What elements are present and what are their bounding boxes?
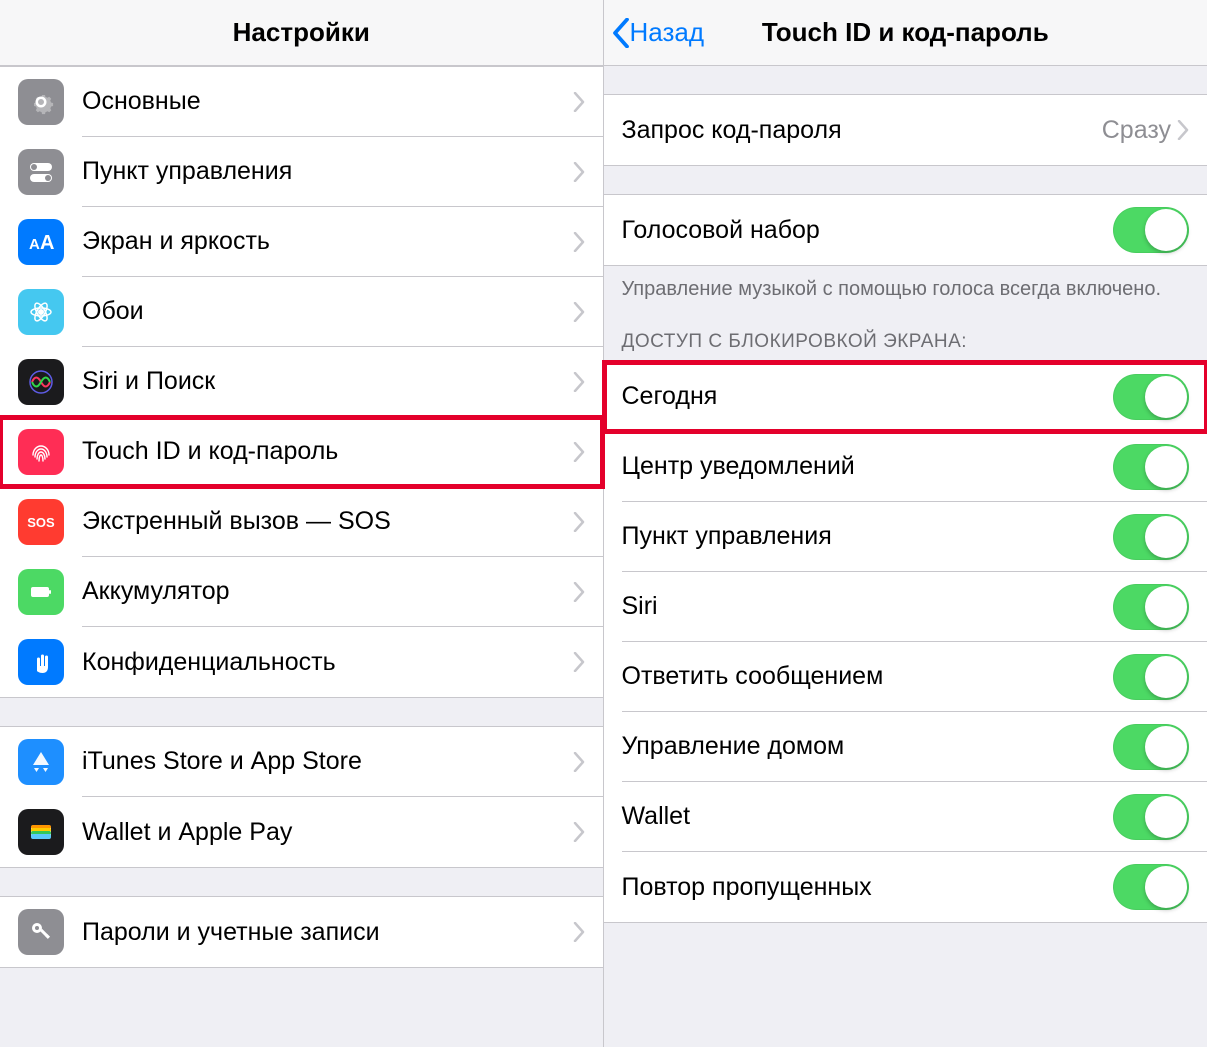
sos-icon xyxy=(18,499,64,545)
settings-panel: Настройки Основные Пункт управления Экран … xyxy=(0,0,604,1047)
settings-row-display[interactable]: Экран и яркость xyxy=(0,207,603,277)
settings-row-label-sos: Экстренный вызов — SOS xyxy=(82,507,573,536)
chevron-left-icon xyxy=(612,18,630,48)
page-title-touchid: Touch ID и код-пароль xyxy=(762,17,1049,48)
chevron-right-icon xyxy=(1177,120,1189,140)
chevron-right-icon xyxy=(573,582,585,602)
settings-row-general[interactable]: Основные xyxy=(0,67,603,137)
lock-row-label-reply: Ответить сообщением xyxy=(622,662,1114,691)
chevron-right-icon xyxy=(573,652,585,672)
back-button[interactable]: Назад xyxy=(612,17,705,48)
key-icon xyxy=(18,909,64,955)
chevron-right-icon xyxy=(573,752,585,772)
navbar-left: Настройки xyxy=(0,0,603,66)
settings-row-battery[interactable]: Аккумулятор xyxy=(0,557,603,627)
row-require-passcode[interactable]: Запрос код-пароля Сразу xyxy=(604,95,1207,165)
lock-row-label-notif: Центр уведомлений xyxy=(622,452,1114,481)
lock-row-label-siri: Siri xyxy=(622,592,1114,621)
lock-toggle-missed[interactable] xyxy=(1113,864,1189,910)
page-title-settings: Настройки xyxy=(233,17,370,48)
back-label: Назад xyxy=(630,17,705,48)
settings-row-label-passwords: Пароли и учетные записи xyxy=(82,918,573,947)
settings-row-privacy[interactable]: Конфиденциальность xyxy=(0,627,603,697)
text-size-icon xyxy=(18,219,64,265)
lock-row-label-missed: Повтор пропущенных xyxy=(622,873,1114,902)
hand-icon xyxy=(18,639,64,685)
settings-row-label-wallpaper: Обои xyxy=(82,297,573,326)
require-passcode-value: Сразу xyxy=(1102,116,1171,145)
chevron-right-icon xyxy=(573,512,585,532)
settings-row-wallet[interactable]: Wallet и Apple Pay xyxy=(0,797,603,867)
settings-row-label-control: Пункт управления xyxy=(82,157,573,186)
lock-row-reply[interactable]: Ответить сообщением xyxy=(604,642,1207,712)
settings-row-label-display: Экран и яркость xyxy=(82,227,573,256)
lock-row-label-today: Сегодня xyxy=(622,382,1114,411)
chevron-right-icon xyxy=(573,442,585,462)
chevron-right-icon xyxy=(573,92,585,112)
battery-icon xyxy=(18,569,64,615)
flower-icon xyxy=(18,289,64,335)
chevron-right-icon xyxy=(573,232,585,252)
lock-row-home[interactable]: Управление домом xyxy=(604,712,1207,782)
gear-icon xyxy=(18,79,64,125)
settings-row-label-battery: Аккумулятор xyxy=(82,577,573,606)
voice-dial-toggle[interactable] xyxy=(1113,207,1189,253)
lock-row-label-controlc: Пункт управления xyxy=(622,522,1114,551)
settings-row-label-siri: Siri и Поиск xyxy=(82,367,573,396)
appstore-icon xyxy=(18,739,64,785)
lock-toggle-controlc[interactable] xyxy=(1113,514,1189,560)
chevron-right-icon xyxy=(573,922,585,942)
voice-dial-label: Голосовой набор xyxy=(622,216,1114,245)
lock-toggle-home[interactable] xyxy=(1113,724,1189,770)
toggles-icon xyxy=(18,149,64,195)
settings-row-wallpaper[interactable]: Обои xyxy=(0,277,603,347)
voice-dial-note: Управление музыкой с помощью голоса всег… xyxy=(604,266,1207,303)
settings-row-sos[interactable]: Экстренный вызов — SOS xyxy=(0,487,603,557)
chevron-right-icon xyxy=(573,302,585,322)
settings-row-control[interactable]: Пункт управления xyxy=(0,137,603,207)
settings-row-itunes[interactable]: iTunes Store и App Store xyxy=(0,727,603,797)
chevron-right-icon xyxy=(573,372,585,392)
lock-row-siri[interactable]: Siri xyxy=(604,572,1207,642)
lock-toggle-siri[interactable] xyxy=(1113,584,1189,630)
lock-toggle-reply[interactable] xyxy=(1113,654,1189,700)
require-passcode-label: Запрос код-пароля xyxy=(622,116,1102,145)
chevron-right-icon xyxy=(573,822,585,842)
lock-row-walletacc[interactable]: Wallet xyxy=(604,782,1207,852)
settings-row-siri[interactable]: Siri и Поиск xyxy=(0,347,603,417)
lock-row-controlc[interactable]: Пункт управления xyxy=(604,502,1207,572)
settings-row-touchid[interactable]: Touch ID и код-пароль xyxy=(0,417,603,487)
lock-toggle-notif[interactable] xyxy=(1113,444,1189,490)
lock-toggle-walletacc[interactable] xyxy=(1113,794,1189,840)
lock-row-label-walletacc: Wallet xyxy=(622,802,1114,831)
chevron-right-icon xyxy=(573,162,585,182)
siri-icon xyxy=(18,359,64,405)
lock-row-today[interactable]: Сегодня xyxy=(604,362,1207,432)
lock-access-header: ДОСТУП С БЛОКИРОВКОЙ ЭКРАНА: xyxy=(604,303,1207,361)
settings-row-label-itunes: iTunes Store и App Store xyxy=(82,747,573,776)
settings-row-label-wallet: Wallet и Apple Pay xyxy=(82,818,573,847)
fingerprint-icon xyxy=(18,429,64,475)
settings-row-label-privacy: Конфиденциальность xyxy=(82,648,573,677)
lock-toggle-today[interactable] xyxy=(1113,374,1189,420)
navbar-right: Назад Touch ID и код-пароль xyxy=(604,0,1207,66)
wallet-icon xyxy=(18,809,64,855)
settings-row-label-touchid: Touch ID и код-пароль xyxy=(82,437,573,466)
lock-row-missed[interactable]: Повтор пропущенных xyxy=(604,852,1207,922)
settings-row-passwords[interactable]: Пароли и учетные записи xyxy=(0,897,603,967)
row-voice-dial[interactable]: Голосовой набор xyxy=(604,195,1207,265)
settings-row-label-general: Основные xyxy=(82,87,573,116)
touchid-panel: Назад Touch ID и код-пароль Запрос код-п… xyxy=(604,0,1207,1047)
lock-row-notif[interactable]: Центр уведомлений xyxy=(604,432,1207,502)
lock-row-label-home: Управление домом xyxy=(622,732,1114,761)
